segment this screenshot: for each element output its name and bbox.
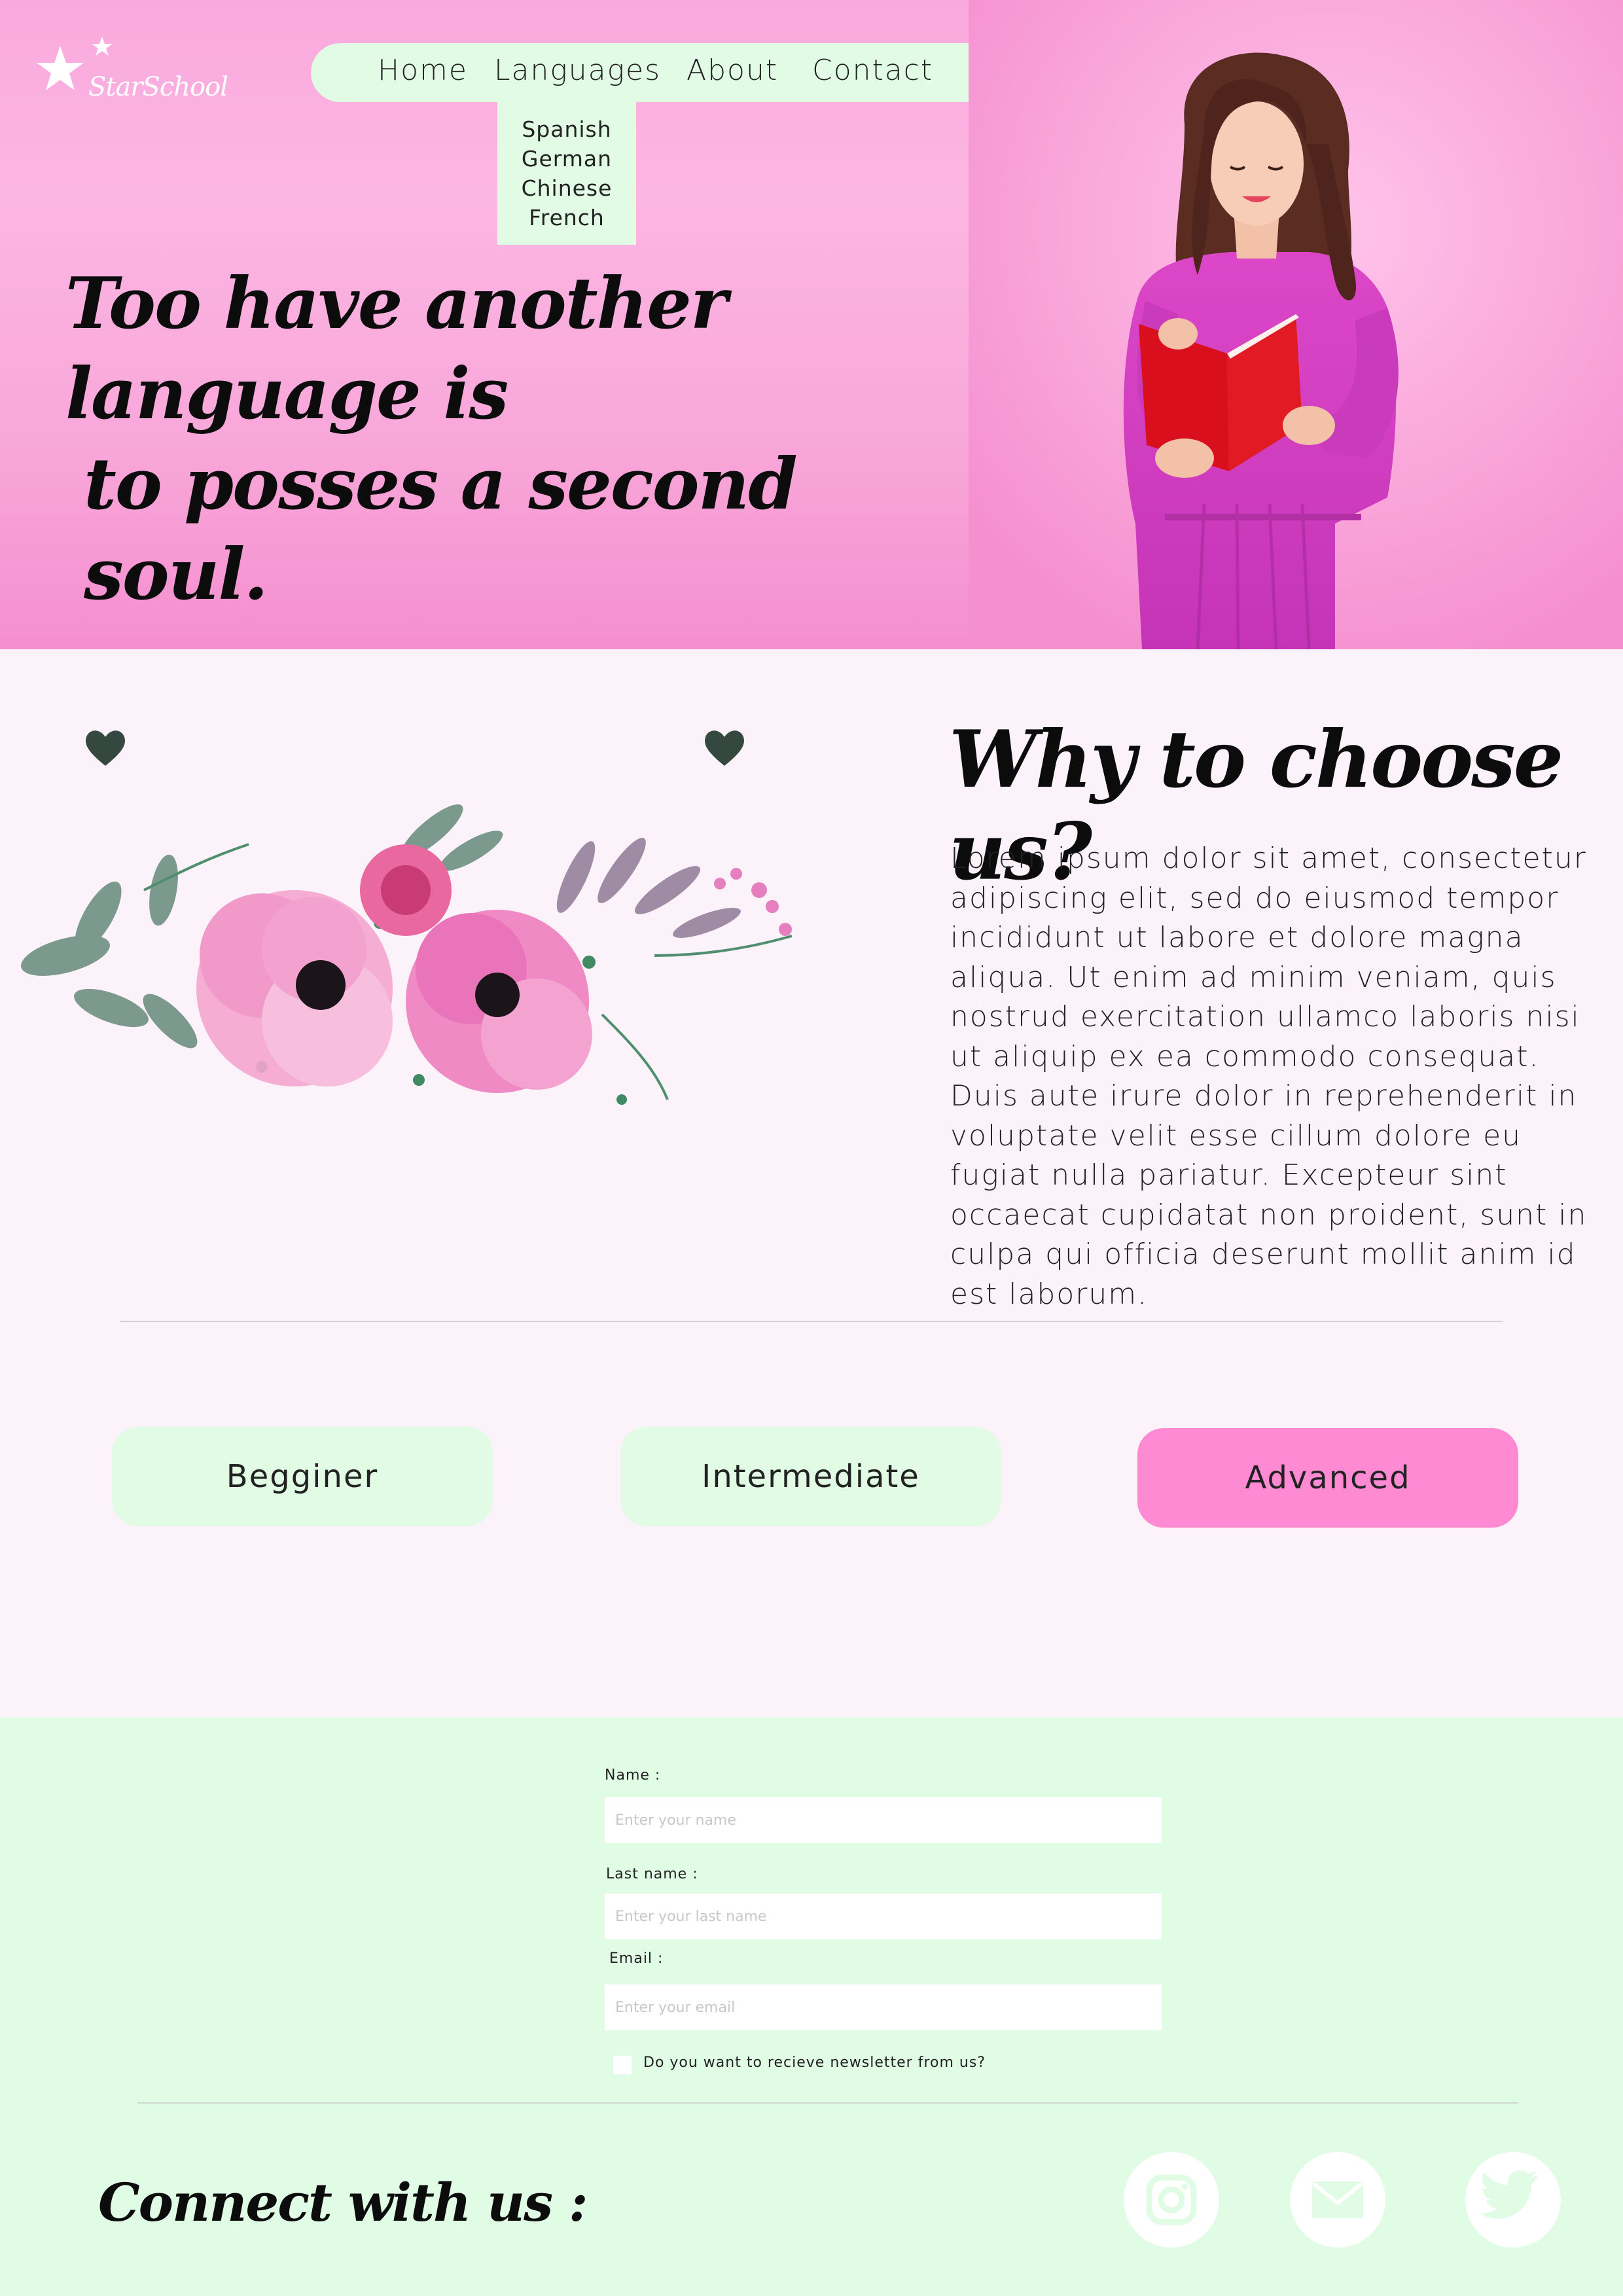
level-intermediate-button[interactable]: Intermediate [620, 1427, 1001, 1526]
watercolor-flowers-illustration [21, 804, 793, 1105]
footer-divider [137, 2102, 1518, 2104]
languages-dropdown: Spanish German Chinese French [497, 102, 636, 245]
twitter-button[interactable] [1465, 2152, 1561, 2248]
dropdown-item-french[interactable]: French [497, 205, 636, 230]
name-input[interactable] [605, 1797, 1162, 1843]
mail-button[interactable] [1290, 2152, 1385, 2248]
level-advanced-button[interactable]: Advanced [1137, 1428, 1518, 1528]
dropdown-item-spanish[interactable]: Spanish [497, 117, 636, 142]
newsletter-label: Do you want to recieve newsletter from u… [643, 2054, 986, 2071]
nav-about[interactable]: About [687, 54, 778, 87]
name-label: Name : [605, 1767, 661, 1784]
hero-photo [969, 0, 1623, 649]
nav-contact[interactable]: Contact [812, 54, 933, 87]
hero-quote-line1: Too have another language is [65, 262, 728, 435]
logo[interactable]: StarSchool [31, 37, 228, 109]
mail-icon [1312, 2181, 1363, 2218]
email-label: Email : [609, 1950, 664, 1967]
nav-languages[interactable]: Languages [494, 54, 661, 87]
newsletter-checkbox[interactable] [613, 2056, 632, 2074]
hero-section: StarSchool Home Languages About Contact … [0, 0, 1623, 649]
instagram-button[interactable] [1124, 2152, 1219, 2248]
nav-home[interactable]: Home [378, 54, 468, 87]
instagram-icon [1146, 2174, 1197, 2225]
heart-icon [86, 730, 125, 766]
email-input[interactable] [605, 1984, 1162, 2030]
connect-title: Connect with us : [98, 2172, 588, 2233]
hero-quote-line2: to posses a second soul. [84, 443, 798, 616]
main-nav: Home Languages About Contact [311, 43, 1007, 102]
why-body-text: Lorem ipsum dolor sit amet, consectetur … [950, 842, 1588, 1311]
heart-icon [705, 730, 744, 766]
hero-quote: Too have another language is to posses a… [65, 259, 995, 620]
section-divider [120, 1321, 1503, 1322]
dropdown-item-chinese[interactable]: Chinese [497, 175, 636, 201]
level-beginner-button[interactable]: Begginer [112, 1427, 493, 1526]
lastname-input[interactable] [605, 1893, 1162, 1939]
twitter-icon [1479, 2170, 1538, 2219]
lastname-label: Last name : [606, 1866, 698, 1882]
brand-name: StarSchool [88, 72, 228, 102]
dropdown-item-german[interactable]: German [497, 146, 636, 171]
